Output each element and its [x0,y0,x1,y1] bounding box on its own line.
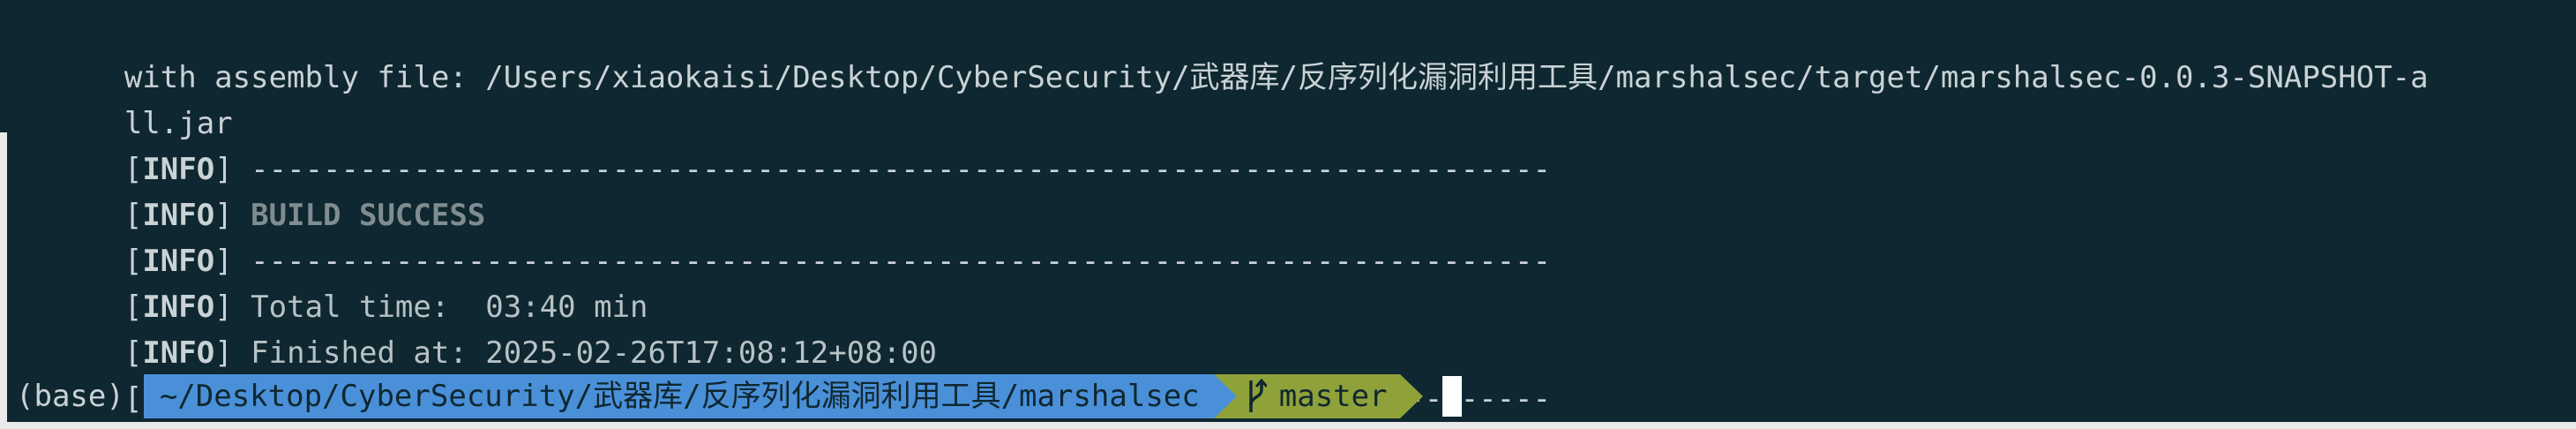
git-branch-name: master [1278,379,1388,414]
info-line-dashes-1: [INFO] ---------------------------------… [16,101,1551,187]
info-line-total-time: [INFO] Total time: 03:40 min [16,238,648,325]
assembly-text-1: with assembly file: /Users/xiaokaisi/Des… [124,60,2429,95]
terminal-cursor[interactable] [1442,376,1462,417]
git-branch-icon [1249,379,1267,412]
assembly-line-2: ll.jar [16,55,233,141]
powerline-separator-icon [1399,374,1423,418]
info-line-build-success: [INFO] BUILD SUCCESS [16,147,485,233]
shell-prompt: (base) ~/Desktop/CyberSecurity/武器库/反序列化漏… [7,374,1462,418]
terminal-output[interactable]: with assembly file: /Users/xiaokaisi/Des… [7,0,2576,422]
prompt-git-segment: master [1236,374,1400,418]
info-line-dashes-3: [INFO] ---------------------------------… [16,330,1551,417]
info-line-finished-at: [INFO] Finished at: 2025-02-26T17:08:12+… [16,284,937,371]
screen: with assembly file: /Users/xiaokaisi/Des… [0,0,2576,429]
assembly-line-1: with assembly file: /Users/xiaokaisi/Des… [16,9,2429,95]
prompt-path-segment: ~/Desktop/CyberSecurity/武器库/反序列化漏洞利用工具/m… [143,374,1214,418]
info-line-dashes-2: [INFO] ---------------------------------… [16,192,1551,279]
background-window-bottom [0,422,2576,429]
powerline-separator-icon [1213,374,1237,418]
conda-env-label: (base) [16,379,124,414]
